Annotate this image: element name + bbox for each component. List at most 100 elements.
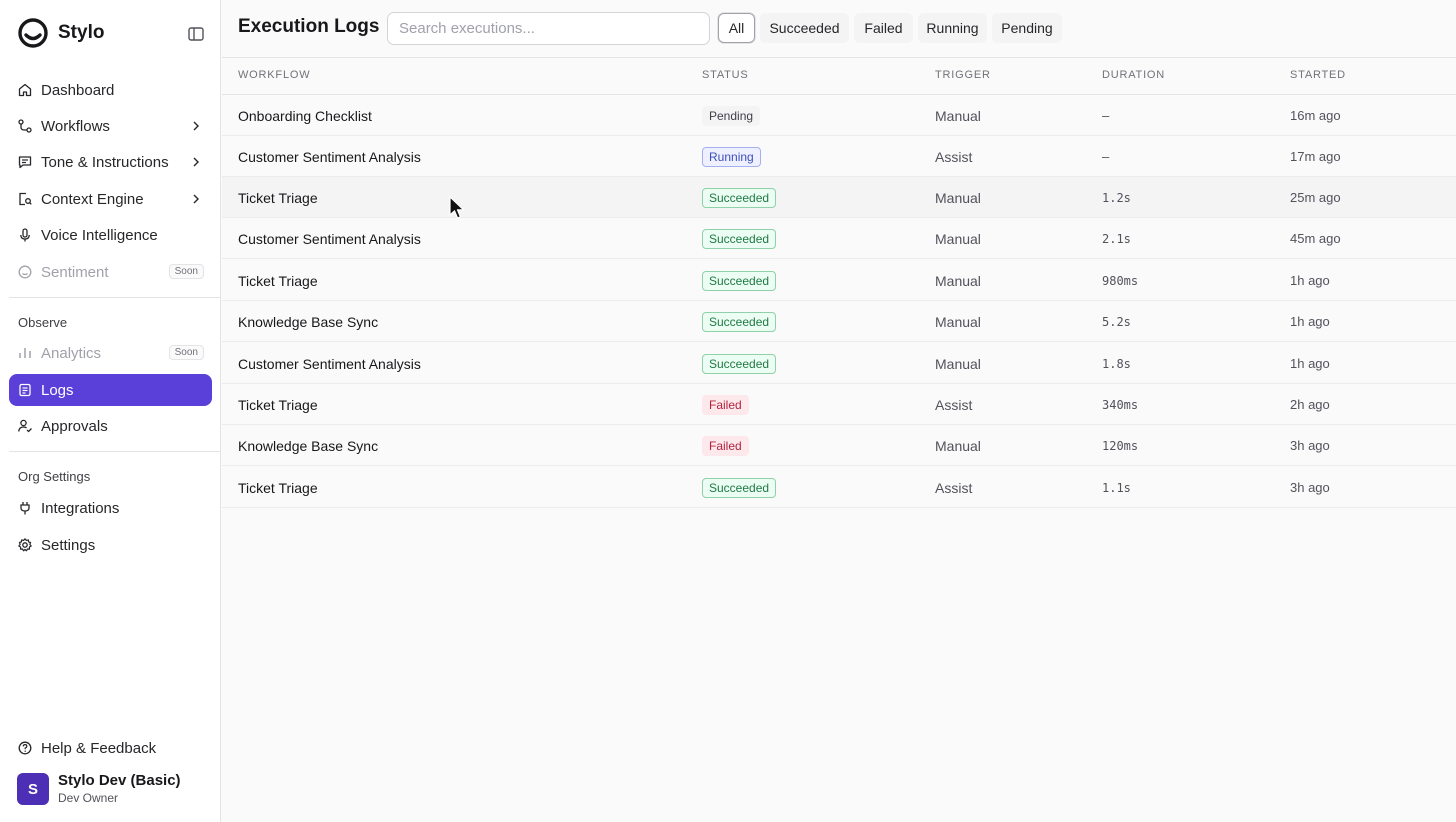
column-header-trigger[interactable]: TRIGGER — [935, 69, 991, 81]
nav-item-voice-intelligence[interactable]: Voice Intelligence — [9, 219, 212, 251]
status-badge: Pending — [702, 105, 761, 126]
brand-name: Stylo — [58, 22, 105, 43]
status-cell: Succeeded — [702, 177, 777, 218]
status-cell: Succeeded — [702, 218, 777, 259]
table-row[interactable]: Ticket Triage Succeeded Assist 1.1s 3h a… — [222, 467, 1456, 508]
status-badge: Succeeded — [702, 477, 777, 498]
avatar: S — [17, 773, 49, 805]
nav-item-label: Workflows — [41, 117, 110, 135]
table-row[interactable]: Ticket Triage Succeeded Manual 1.2s 25m … — [222, 177, 1456, 218]
trigger-cell: Manual — [935, 272, 981, 289]
nav-item-help-feedback[interactable]: Help & Feedback — [9, 732, 212, 764]
status-badge: Succeeded — [702, 311, 777, 332]
nav-divider — [9, 297, 221, 298]
user-info: Stylo Dev (Basic) Dev Owner — [58, 772, 181, 806]
nav-item-sentiment: Sentiment Soon — [9, 256, 212, 288]
status-badge: Succeeded — [702, 228, 777, 249]
microphone-icon — [20, 228, 30, 242]
smile-icon — [18, 265, 32, 279]
started-cell: 2h ago — [1290, 397, 1330, 412]
filter-succeeded[interactable]: Succeeded — [760, 13, 849, 43]
soon-badge: Soon — [168, 345, 204, 360]
workflow-name: Customer Sentiment Analysis — [238, 148, 421, 165]
started-cell: 1h ago — [1290, 356, 1330, 371]
column-header-workflow[interactable]: WORKFLOW — [238, 69, 310, 81]
workflow-name: Knowledge Base Sync — [238, 313, 379, 330]
trigger-cell: Manual — [935, 313, 981, 330]
started-cell: 17m ago — [1290, 149, 1341, 164]
nav-item-label: Sentiment — [41, 263, 109, 281]
status-cell: Pending — [702, 95, 761, 136]
user-check-icon — [18, 419, 32, 433]
duration-cell: 1.2s — [1102, 190, 1131, 205]
started-cell: 3h ago — [1290, 480, 1330, 495]
table-row[interactable]: Onboarding Checklist Pending Manual — 16… — [222, 95, 1456, 136]
trigger-cell: Manual — [935, 189, 981, 206]
status-cell: Succeeded — [702, 467, 777, 508]
sidebar: Stylo Dashboard Workflows Tone & Instruc… — [0, 0, 221, 822]
plug-icon — [20, 502, 30, 515]
duration-cell: — — [1102, 108, 1110, 123]
workflow-name: Ticket Triage — [238, 272, 318, 289]
status-cell: Failed — [702, 384, 749, 425]
user-profile[interactable]: S Stylo Dev (Basic) Dev Owner — [17, 772, 181, 806]
search-doc-icon — [19, 192, 32, 206]
nav-item-approvals[interactable]: Approvals — [9, 410, 212, 442]
logs-icon — [19, 383, 31, 397]
started-cell: 45m ago — [1290, 231, 1341, 246]
started-cell: 1h ago — [1290, 314, 1330, 329]
search-input[interactable] — [387, 12, 710, 45]
table-row[interactable]: Ticket Triage Failed Assist 340ms 2h ago — [222, 384, 1456, 425]
nav-item-dashboard[interactable]: Dashboard — [9, 74, 212, 106]
duration-cell: — — [1102, 149, 1110, 164]
stylo-logo-icon — [18, 18, 48, 48]
nav-item-logs[interactable]: Logs — [9, 374, 212, 406]
started-cell: 3h ago — [1290, 438, 1330, 453]
nav-item-integrations[interactable]: Integrations — [9, 492, 212, 524]
header-divider — [222, 57, 1456, 58]
trigger-cell: Manual — [935, 107, 981, 124]
status-cell: Succeeded — [702, 260, 777, 301]
table-row[interactable]: Knowledge Base Sync Succeeded Manual 5.2… — [222, 301, 1456, 342]
duration-cell: 1.1s — [1102, 480, 1131, 495]
nav-item-workflows[interactable]: Workflows — [9, 110, 212, 142]
duration-cell: 1.8s — [1102, 356, 1131, 371]
nav-item-label: Context Engine — [41, 190, 144, 208]
workflow-name: Customer Sentiment Analysis — [238, 355, 421, 372]
nav-item-settings[interactable]: Settings — [9, 529, 212, 561]
chevron-right-icon — [193, 194, 199, 204]
trigger-cell: Manual — [935, 437, 981, 454]
brand[interactable]: Stylo — [18, 18, 104, 48]
table-row[interactable]: Ticket Triage Succeeded Manual 980ms 1h … — [222, 260, 1456, 301]
nav-item-label: Settings — [41, 536, 96, 554]
filter-running[interactable]: Running — [918, 13, 987, 43]
column-header-duration[interactable]: DURATION — [1102, 69, 1165, 81]
nav-item-context-engine[interactable]: Context Engine — [9, 183, 212, 215]
table-row[interactable]: Knowledge Base Sync Failed Manual 120ms … — [222, 425, 1456, 466]
filter-failed[interactable]: Failed — [854, 13, 913, 43]
duration-cell: 340ms — [1102, 397, 1139, 412]
column-header-status[interactable]: STATUS — [702, 69, 749, 81]
table-row[interactable]: Customer Sentiment Analysis Succeeded Ma… — [222, 218, 1456, 259]
chevron-right-icon — [193, 121, 199, 131]
nav-item-label: Analytics — [41, 344, 102, 362]
duration-cell: 2.1s — [1102, 231, 1131, 246]
status-badge: Failed — [702, 394, 749, 415]
status-badge: Running — [702, 146, 761, 167]
nav-item-label: Approvals — [41, 417, 108, 435]
filter-all[interactable]: All — [718, 13, 755, 43]
status-cell: Failed — [702, 425, 749, 466]
section-label-observe: Observe — [18, 315, 68, 330]
nav-item-tone-instructions[interactable]: Tone & Instructions — [9, 146, 212, 178]
table-row[interactable]: Customer Sentiment Analysis Succeeded Ma… — [222, 343, 1456, 384]
trigger-cell: Assist — [935, 148, 973, 165]
trigger-cell: Manual — [935, 355, 981, 372]
user-name: Stylo Dev (Basic) — [58, 772, 181, 789]
sidebar-toggle-icon[interactable] — [186, 24, 206, 44]
filter-pending[interactable]: Pending — [992, 13, 1062, 43]
status-badge: Succeeded — [702, 353, 777, 374]
column-header-started[interactable]: STARTED — [1290, 69, 1346, 81]
status-cell: Succeeded — [702, 301, 777, 342]
table-row[interactable]: Customer Sentiment Analysis Running Assi… — [222, 136, 1456, 177]
status-cell: Running — [702, 136, 761, 177]
